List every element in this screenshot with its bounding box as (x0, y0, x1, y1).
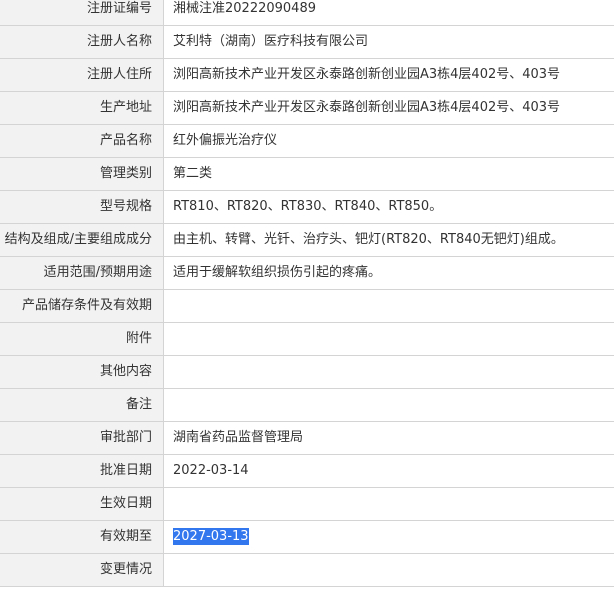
row-value[interactable]: 由主机、转臂、光钎、治疗头、钯灯(RT820、RT840无钯灯)组成。 (164, 224, 614, 256)
row-value[interactable]: 湖南省药品监督管理局 (164, 422, 614, 454)
table-row-registration-number: 注册证编号 湘械注准20222090489 (0, 0, 614, 26)
row-value[interactable] (164, 323, 614, 355)
table-row-other-content: 其他内容 (0, 356, 614, 389)
row-label-text: 结构及组成/主要组成成分 (4, 232, 152, 247)
row-label: 注册人住所 (0, 59, 164, 91)
row-label: 生效日期 (0, 488, 164, 520)
table-row-registrant-name: 注册人名称 艾利特（湖南）医疗科技有限公司 (0, 26, 614, 59)
table-row-production-address: 生产地址 浏阳高新技术产业开发区永泰路创新创业园A3栋4层402号、403号 (0, 92, 614, 125)
table-row-attachments: 附件 (0, 323, 614, 356)
table-row-storage-conditions: 产品储存条件及有效期 (0, 290, 614, 323)
table-row-intended-use: 适用范围/预期用途 适用于缓解软组织损伤引起的疼痛。 (0, 257, 614, 290)
row-label: 管理类别 (0, 158, 164, 190)
table-row-approval-date: 批准日期 2022-03-14 (0, 455, 614, 488)
row-label: 有效期至 (0, 521, 164, 553)
row-value[interactable]: 艾利特（湖南）医疗科技有限公司 (164, 26, 614, 58)
row-label: 适用范围/预期用途 (0, 257, 164, 289)
table-row-approval-department: 审批部门 湖南省药品监督管理局 (0, 422, 614, 455)
row-value[interactable]: 浏阳高新技术产业开发区永泰路创新创业园A3栋4层402号、403号 (164, 92, 614, 124)
table-row-valid-until: 有效期至 2027-03-13 (0, 521, 614, 554)
row-value[interactable] (164, 356, 614, 388)
row-value[interactable]: 第二类 (164, 158, 614, 190)
row-value[interactable] (164, 389, 614, 421)
row-label: 附件 (0, 323, 164, 355)
row-label: 批准日期 (0, 455, 164, 487)
registration-info-table: 注册证编号 湘械注准20222090489 注册人名称 艾利特（湖南）医疗科技有… (0, 0, 614, 587)
row-value[interactable] (164, 290, 614, 322)
selected-text-highlight[interactable]: 2027-03-13 (173, 528, 249, 545)
row-value[interactable] (164, 488, 614, 520)
row-value[interactable]: RT810、RT820、RT830、RT840、RT850。 (164, 191, 614, 223)
row-label: 审批部门 (0, 422, 164, 454)
table-row-registrant-address: 注册人住所 浏阳高新技术产业开发区永泰路创新创业园A3栋4层402号、403号 (0, 59, 614, 92)
table-row-model-spec: 型号规格 RT810、RT820、RT830、RT840、RT850。 (0, 191, 614, 224)
table-row-remarks: 备注 (0, 389, 614, 422)
table-row-management-category: 管理类别 第二类 (0, 158, 614, 191)
table-row-product-name: 产品名称 红外偏振光治疗仪 (0, 125, 614, 158)
row-value[interactable]: 2027-03-13 (164, 521, 614, 553)
row-label: 备注 (0, 389, 164, 421)
row-label: 产品名称 (0, 125, 164, 157)
row-label: 注册人名称 (0, 26, 164, 58)
table-row-effective-date: 生效日期 (0, 488, 614, 521)
row-value[interactable]: 适用于缓解软组织损伤引起的疼痛。 (164, 257, 614, 289)
row-value[interactable]: 浏阳高新技术产业开发区永泰路创新创业园A3栋4层402号、403号 (164, 59, 614, 91)
row-label: 生产地址 (0, 92, 164, 124)
row-value[interactable]: 湘械注准20222090489 (164, 0, 614, 25)
row-label: 变更情况 (0, 554, 164, 586)
row-value[interactable]: 2022-03-14 (164, 455, 614, 487)
table-row-change-history: 变更情况 (0, 554, 614, 587)
row-label: 注册证编号 (0, 0, 164, 25)
row-value[interactable]: 红外偏振光治疗仪 (164, 125, 614, 157)
row-label: 产品储存条件及有效期 (0, 290, 164, 322)
row-value[interactable] (164, 554, 614, 586)
table-row-structure-composition: 结构及组成/主要组成成分 由主机、转臂、光钎、治疗头、钯灯(RT820、RT84… (0, 224, 614, 257)
row-label: 结构及组成/主要组成成分 (0, 224, 164, 256)
row-label: 其他内容 (0, 356, 164, 388)
row-label: 型号规格 (0, 191, 164, 223)
